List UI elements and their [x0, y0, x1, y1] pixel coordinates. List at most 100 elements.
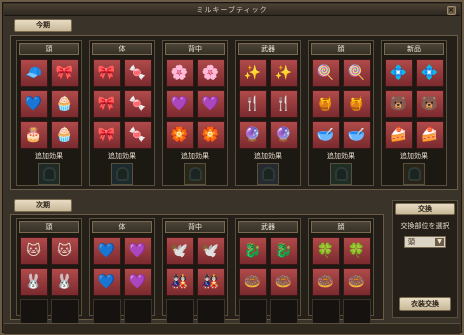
slot-grid: 🐉 🐉 🍩 🍩: [238, 237, 298, 327]
milky-boutique-window: ミルキーブティック × 今期 頭 🧢 🎀 💙 🧁 🎂 🧁 追加効果体 🎀 🍬 🎀 🍬 🎀 🍬 追加効果 背中 🌸…: [0, 0, 464, 335]
costume-slot[interactable]: 🌸: [196, 59, 225, 87]
extra-effect-icon[interactable]: [403, 163, 425, 185]
costume-slot[interactable]: ✨: [238, 59, 267, 87]
effect-silhouette-icon: [42, 167, 56, 181]
effect-silhouette-icon: [261, 167, 275, 181]
extra-effect-icon[interactable]: [330, 163, 352, 185]
costume-slot[interactable]: 🍩: [269, 268, 298, 296]
costume-slot[interactable]: 🔮: [269, 121, 298, 149]
effect-silhouette-icon: [188, 167, 202, 181]
costume-exchange-button[interactable]: 衣装交換: [399, 297, 451, 311]
column-header: 顔: [311, 43, 371, 55]
costume-slot[interactable]: 🕊️: [165, 237, 194, 265]
current-column-1: 体 🎀 🍬 🎀 🍬 🎀 🍬 追加効果: [89, 40, 155, 186]
costume-slot[interactable]: 🎀: [92, 90, 121, 118]
window-titlebar[interactable]: ミルキーブティック ×: [4, 4, 460, 16]
costume-slot[interactable]: 🐻: [384, 90, 413, 118]
costume-slot[interactable]: 🎎: [196, 268, 225, 296]
costume-slot[interactable]: 🍬: [123, 90, 152, 118]
costume-slot[interactable]: 🍴: [269, 90, 298, 118]
next-period-tab: 次期: [14, 199, 72, 212]
costume-slot[interactable]: 💜: [123, 237, 152, 265]
current-column-0: 頭 🧢 🎀 💙 🧁 🎂 🧁 追加効果: [16, 40, 82, 186]
costume-slot[interactable]: ✨: [269, 59, 298, 87]
costume-slot[interactable]: 🍯: [311, 90, 340, 118]
costume-slot[interactable]: 🥣: [311, 121, 340, 149]
costume-slot[interactable]: 🍰: [415, 121, 444, 149]
costume-slot[interactable]: 🔮: [238, 121, 267, 149]
costume-slot[interactable]: 💠: [415, 59, 444, 87]
costume-slot[interactable]: 🍬: [123, 59, 152, 87]
costume-slot[interactable]: 🍩: [238, 268, 267, 296]
costume-slot[interactable]: 🧁: [50, 90, 79, 118]
costume-slot[interactable]: 🍩: [311, 268, 340, 296]
costume-slot[interactable]: 💜: [123, 268, 152, 296]
next-column-0: 頭 🐱 🐱 🐰 🐰: [16, 218, 82, 327]
costume-slot[interactable]: 💠: [384, 59, 413, 87]
slot-grid: ✨ ✨ 🍴 🍴 🔮 🔮: [238, 59, 298, 149]
costume-slot[interactable]: 🍰: [384, 121, 413, 149]
extra-effect-icon[interactable]: [111, 163, 133, 185]
costume-slot[interactable]: 🌸: [165, 59, 194, 87]
current-column-3: 武器 ✨ ✨ 🍴 🍴 🔮 🔮 追加効果: [235, 40, 301, 186]
column-header: 武器: [238, 43, 298, 55]
costume-slot[interactable]: 🍯: [342, 90, 371, 118]
extra-effect-label: 追加効果: [400, 152, 428, 160]
costume-slot[interactable]: 🎎: [165, 268, 194, 296]
costume-slot[interactable]: 🍀: [311, 237, 340, 265]
costume-slot[interactable]: 🕊️: [196, 237, 225, 265]
chevron-down-icon[interactable]: ▼: [435, 238, 444, 246]
slot-grid: 🕊️ 🕊️ 🎎 🎎: [165, 237, 225, 327]
costume-slot[interactable]: 💜: [196, 90, 225, 118]
costume-slot[interactable]: 🐉: [269, 237, 298, 265]
costume-slot[interactable]: 🐱: [19, 237, 48, 265]
slot-grid: 🍀 🍀 🍩 🍩: [311, 237, 371, 327]
exchange-instruction: 交換部位を選択: [400, 222, 450, 230]
extra-effect-icon[interactable]: [184, 163, 206, 185]
extra-effect-icon[interactable]: [257, 163, 279, 185]
costume-slot[interactable]: 💙: [19, 90, 48, 118]
close-button[interactable]: ×: [447, 6, 456, 15]
costume-slot[interactable]: 💜: [165, 90, 194, 118]
part-select-value: 頭: [408, 238, 415, 246]
costume-slot[interactable]: 💙: [92, 237, 121, 265]
costume-slot[interactable]: 🍴: [238, 90, 267, 118]
costume-slot[interactable]: 🥣: [342, 121, 371, 149]
costume-slot[interactable]: 🍭: [342, 59, 371, 87]
next-column-3: 武器 🐉 🐉 🍩 🍩: [235, 218, 301, 327]
part-select-dropdown[interactable]: 頭 ▼: [404, 236, 446, 248]
costume-slot[interactable]: 💙: [92, 268, 121, 296]
costume-slot[interactable]: 🍩: [342, 268, 371, 296]
next-column-2: 背中 🕊️ 🕊️ 🎎 🎎: [162, 218, 228, 327]
costume-slot[interactable]: 🍀: [342, 237, 371, 265]
costume-slot[interactable]: 🐱: [50, 237, 79, 265]
costume-slot[interactable]: 🍬: [123, 121, 152, 149]
costume-slot[interactable]: 🎂: [19, 121, 48, 149]
costume-slot[interactable]: 🐰: [19, 268, 48, 296]
costume-slot[interactable]: 🧢: [19, 59, 48, 87]
costume-slot[interactable]: 🏵️: [196, 121, 225, 149]
costume-slot[interactable]: 🎀: [92, 121, 121, 149]
slot-grid: 🐱 🐱 🐰 🐰: [19, 237, 79, 327]
costume-slot[interactable]: 🎀: [50, 59, 79, 87]
costume-slot[interactable]: 🏵️: [165, 121, 194, 149]
costume-slot[interactable]: 🎀: [92, 59, 121, 87]
column-header: 体: [92, 221, 152, 233]
slot-grid: 💠 💠 🐻 🐻 🍰 🍰: [384, 59, 444, 149]
slot-grid: 🎀 🍬 🎀 🍬 🎀 🍬: [92, 59, 152, 149]
effect-silhouette-icon: [407, 167, 421, 181]
costume-slot[interactable]: 🧁: [50, 121, 79, 149]
extra-effect-icon[interactable]: [38, 163, 60, 185]
exchange-panel: 交換 交換部位を選択 頭 ▼ 衣装交換: [392, 200, 458, 318]
next-column-1: 体 💙 💜 💙 💜: [89, 218, 155, 327]
extra-effect-label: 追加効果: [108, 152, 136, 160]
costume-slot[interactable]: 🍭: [311, 59, 340, 87]
slot-grid: 🧢 🎀 💙 🧁 🎂 🧁: [19, 59, 79, 149]
slot-grid: 🍭 🍭 🍯 🍯 🥣 🥣: [311, 59, 371, 149]
costume-slot[interactable]: 🐻: [415, 90, 444, 118]
costume-slot[interactable]: 🐰: [50, 268, 79, 296]
current-column-2: 背中 🌸 🌸 💜 💜 🏵️ 🏵️ 追加効果: [162, 40, 228, 186]
column-header: 頭: [19, 221, 79, 233]
window-title: ミルキーブティック: [196, 6, 268, 14]
costume-slot[interactable]: 🐉: [238, 237, 267, 265]
